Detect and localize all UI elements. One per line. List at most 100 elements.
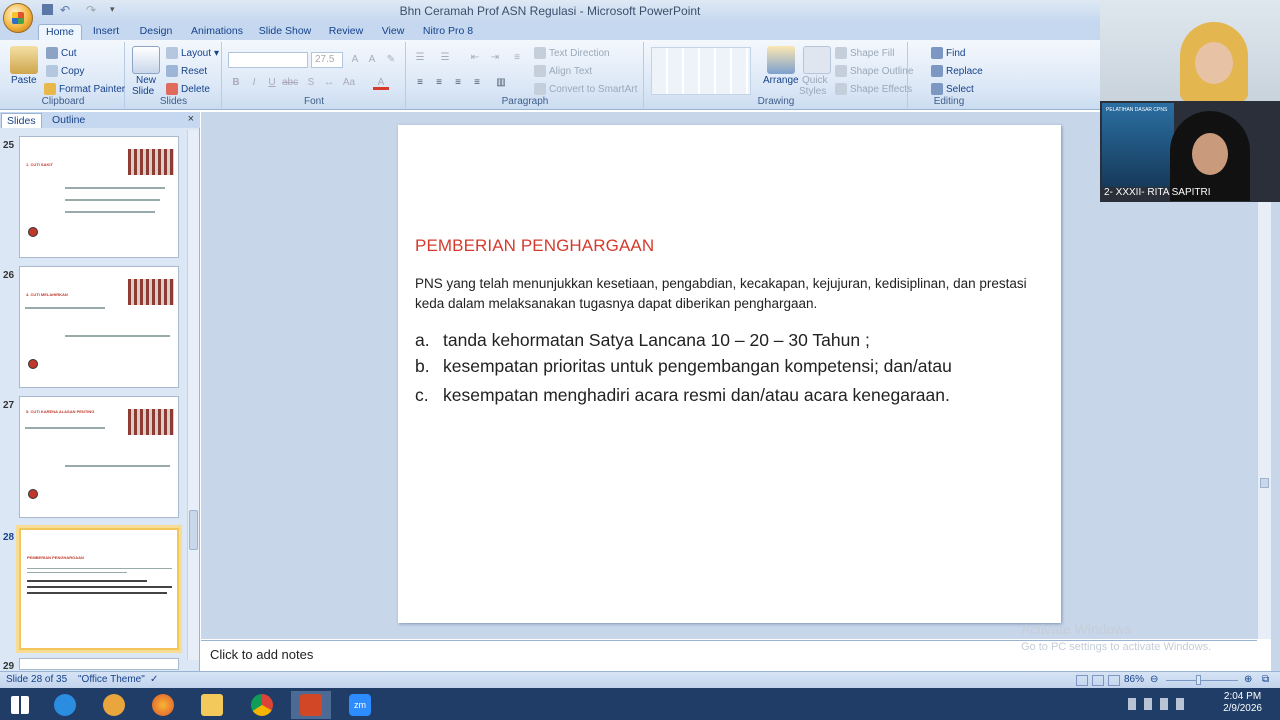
tab-home[interactable]: Home	[38, 24, 82, 40]
copy-button[interactable]: Copy	[46, 65, 84, 77]
slideshow-view-icon[interactable]	[1108, 675, 1120, 686]
line-spacing-icon[interactable]: ≡	[509, 50, 525, 65]
office-button[interactable]	[3, 3, 33, 33]
decrease-indent-icon[interactable]: ⇤	[467, 50, 483, 65]
zoom-slider-thumb[interactable]	[1196, 675, 1201, 685]
new-slide-label[interactable]: New	[136, 75, 156, 86]
tab-nitro[interactable]: Nitro Pro 8	[420, 24, 476, 40]
grow-font-icon[interactable]: A	[347, 52, 363, 67]
tab-insert[interactable]: Insert	[88, 24, 124, 40]
close-icon[interactable]: ×	[188, 113, 194, 125]
slide-paragraph[interactable]: PNS yang telah menunjukkan kesetiaan, pe…	[415, 274, 1045, 314]
clear-format-icon[interactable]: ✎	[383, 52, 399, 67]
tab-view[interactable]: View	[378, 24, 408, 40]
increase-indent-icon[interactable]: ⇥	[487, 50, 503, 65]
align-text-button[interactable]: Align Text	[534, 65, 592, 77]
select-button[interactable]: Select	[931, 83, 974, 95]
convert-smartart-button[interactable]: Convert to SmartArt	[534, 83, 637, 95]
shadow-icon[interactable]: S	[303, 75, 319, 90]
taskbar-zoom[interactable]: zm	[340, 691, 380, 719]
layout-button[interactable]: Layout ▾	[166, 47, 219, 59]
normal-view-icon[interactable]	[1076, 675, 1088, 686]
fit-to-window-icon[interactable]: ⧉	[1262, 674, 1269, 685]
tab-animations[interactable]: Animations	[188, 24, 246, 40]
underline-icon[interactable]: U	[264, 75, 280, 90]
shrink-font-icon[interactable]: A	[364, 52, 380, 67]
strikethrough-icon[interactable]: abc	[282, 75, 298, 90]
slide-title[interactable]: PEMBERIAN PENGHARGAAN	[415, 236, 654, 256]
arrange-button[interactable]: Arrange	[763, 75, 799, 86]
notes-placeholder[interactable]: Click to add notes	[210, 647, 313, 662]
undo-icon[interactable]: ↶	[60, 3, 70, 17]
taskbar-powerpoint[interactable]	[291, 691, 331, 719]
zoom-out-icon[interactable]: ⊖	[1150, 674, 1158, 685]
taskbar-ie[interactable]	[45, 691, 85, 719]
clock[interactable]: 2:04 PM 2/9/2026	[1223, 691, 1262, 715]
tab-review[interactable]: Review	[326, 24, 366, 40]
bullets-icon[interactable]: ☰	[412, 50, 428, 65]
numbering-icon[interactable]: ☰	[437, 50, 453, 65]
shapes-gallery[interactable]	[651, 47, 751, 95]
slide-thumbnail-25[interactable]: 1. CUTI SAKIT	[19, 136, 179, 258]
tray-icons[interactable]	[1128, 698, 1188, 710]
change-case-icon[interactable]: Aa	[341, 75, 357, 90]
save-icon[interactable]	[42, 4, 53, 15]
align-center-icon[interactable]: ≡	[431, 75, 447, 90]
tab-slide-show[interactable]: Slide Show	[256, 24, 314, 40]
columns-icon[interactable]: ▥	[493, 75, 509, 90]
quick-styles-icon[interactable]	[803, 46, 831, 74]
italic-icon[interactable]: I	[246, 75, 262, 90]
list-item[interactable]: c. kesempatan menghadiri acara resmi dan/…	[415, 385, 950, 406]
scrollbar-thumb[interactable]	[1260, 478, 1269, 488]
font-family-combo[interactable]	[228, 52, 308, 68]
delete-button[interactable]: Delete	[166, 83, 210, 95]
cut-button[interactable]: Cut	[46, 47, 77, 59]
zoom-slider[interactable]	[1166, 680, 1238, 681]
format-painter-button[interactable]: Format Painter	[44, 83, 125, 95]
slide-sorter-icon[interactable]	[1092, 675, 1104, 686]
start-button[interactable]	[0, 691, 40, 719]
customize-qat-icon[interactable]: ▾	[110, 4, 115, 15]
taskbar-firefox[interactable]	[143, 691, 183, 719]
font-size-combo[interactable]: 27.5	[311, 52, 343, 68]
new-slide-icon[interactable]	[132, 46, 160, 74]
shape-fill-button[interactable]: Shape Fill	[835, 47, 894, 59]
tab-slides[interactable]: Slides	[1, 113, 42, 128]
speaker-video[interactable]	[1100, 0, 1280, 102]
reset-button[interactable]: Reset	[166, 65, 207, 77]
replace-button[interactable]: Replace	[931, 65, 983, 77]
font-color-icon[interactable]: A	[373, 75, 389, 90]
align-left-icon[interactable]: ≡	[412, 75, 428, 90]
slide-thumbnail-27[interactable]: 5. CUTI KARENA ALASAN PENTING	[19, 396, 179, 518]
scrollbar-thumb[interactable]	[189, 510, 198, 550]
slide-canvas[interactable]: PEMBERIAN PENGHARGAAN PNS yang telah men…	[398, 125, 1061, 623]
shape-effects-button[interactable]: Shape Effects	[835, 83, 912, 95]
shape-outline-button[interactable]: Shape Outline	[835, 65, 913, 77]
taskbar-chrome[interactable]	[242, 691, 282, 719]
list-item[interactable]: a. tanda kehormatan Satya Lancana 10 – 20…	[415, 330, 870, 351]
tab-design[interactable]: Design	[136, 24, 176, 40]
slide-thumbnail-28-selected[interactable]: PEMBERIAN PENGHARGAAN	[16, 525, 182, 653]
zoom-in-icon[interactable]: ⊕	[1244, 674, 1252, 685]
participant-video[interactable]: PELATIHAN DASAR CPNS 2- XXXII- RITA SAPI…	[1100, 101, 1280, 202]
char-spacing-icon[interactable]: ↔	[321, 75, 337, 90]
justify-icon[interactable]: ≡	[469, 75, 485, 90]
slides-pane-scrollbar[interactable]	[187, 130, 199, 660]
tab-outline[interactable]: Outline	[47, 113, 90, 128]
taskbar-app-2[interactable]	[94, 691, 134, 719]
slide-thumbnail-29[interactable]	[19, 658, 179, 670]
bold-icon[interactable]: B	[228, 75, 244, 90]
arrange-icon[interactable]	[767, 46, 795, 74]
taskbar-explorer[interactable]	[192, 691, 232, 719]
find-button[interactable]: Find	[931, 47, 965, 59]
paste-button[interactable]: Paste	[11, 75, 37, 86]
text-direction-button[interactable]: Text Direction	[534, 47, 610, 59]
list-item[interactable]: b. kesempatan prioritas untuk pengembanga…	[415, 356, 952, 377]
align-right-icon[interactable]: ≡	[450, 75, 466, 90]
zoom-level[interactable]: 86%	[1124, 674, 1144, 685]
slide-thumbnail-26[interactable]: 4. CUTI MELAHIRKAN	[19, 266, 179, 388]
paste-icon[interactable]	[10, 46, 38, 74]
redo-icon[interactable]: ↷	[86, 3, 96, 17]
quick-label[interactable]: Quick	[802, 75, 828, 86]
spellcheck-icon[interactable]: ✓	[150, 674, 158, 685]
